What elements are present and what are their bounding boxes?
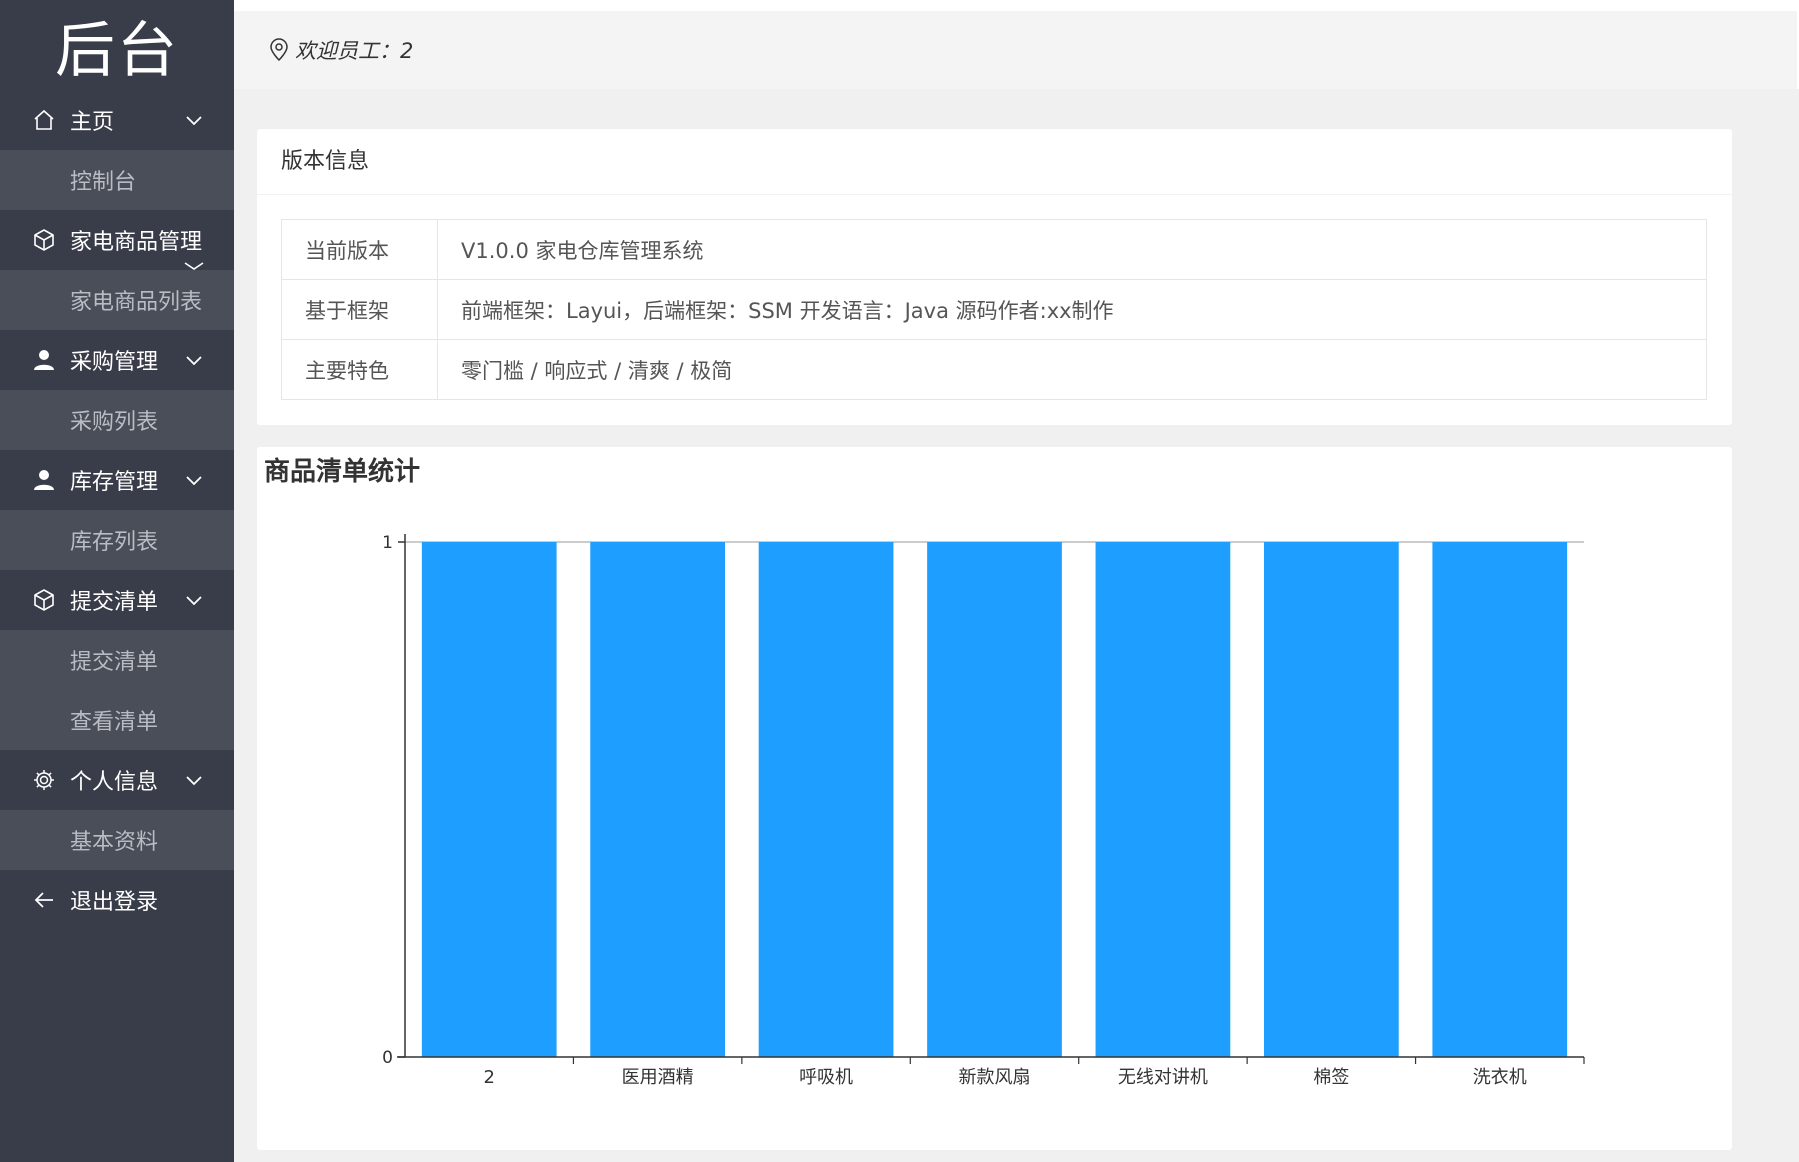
nav-item-console[interactable]: 控制台 xyxy=(0,150,234,210)
cube-icon xyxy=(30,226,58,254)
nav-appliance-goods-label: 家电商品管理 xyxy=(70,230,203,255)
nav-personal-info[interactable]: 个人信息 xyxy=(0,750,234,810)
row-value: 零门槛 / 响应式 / 清爽 / 极简 xyxy=(437,339,1707,400)
gear-icon xyxy=(30,766,58,794)
welcome-text: 欢迎员工：2 xyxy=(267,35,413,65)
row-key: 当前版本 xyxy=(281,219,438,280)
bar xyxy=(1095,542,1231,1057)
logout-button[interactable]: 退出登录 xyxy=(0,870,234,930)
table-row: 当前版本 V1.0.0 家电仓库管理系统 xyxy=(281,219,1707,280)
x-tick-label: 2 xyxy=(483,1067,494,1088)
goods-stats-card: 0 1 2 医用酒精 呼吸机 新款风扇 无线对讲机 棉签 洗衣机 商品清单统计 xyxy=(257,447,1732,1150)
chevron-down-icon xyxy=(186,776,202,786)
bar xyxy=(1432,542,1568,1057)
row-value: 前端框架：Layui，后端框架：SSM 开发语言：Java 源码作者:xx制作 xyxy=(437,279,1707,340)
chevron-down-icon xyxy=(186,356,202,366)
nav-item-inventory-list[interactable]: 库存列表 xyxy=(0,510,234,570)
y-tick-label: 1 xyxy=(382,533,393,553)
chevron-down-icon xyxy=(186,476,202,486)
nav-appliance-goods[interactable]: 家电商品管理 xyxy=(0,210,234,270)
home-icon xyxy=(30,106,58,134)
sidebar: 后台 主页 控制台 家电商品管理 家电商品列表 采购管理 采购列表 库存管理 库… xyxy=(0,0,234,1162)
nav-submit-list-label: 提交清单 xyxy=(70,590,159,615)
nav-item-submit-list[interactable]: 提交清单 xyxy=(0,630,234,690)
x-tick-label: 医用酒精 xyxy=(622,1067,694,1088)
nav-home[interactable]: 主页 xyxy=(0,90,234,150)
nav-purchase[interactable]: 采购管理 xyxy=(0,330,234,390)
nav-inventory-label: 库存管理 xyxy=(70,470,159,495)
version-info-card: 版本信息 当前版本 V1.0.0 家电仓库管理系统 基于框架 前端框架：Layu… xyxy=(257,129,1732,425)
user-icon xyxy=(30,346,58,374)
nav-item-view-list[interactable]: 查看清单 xyxy=(0,690,234,750)
x-tick-label: 棉签 xyxy=(1313,1067,1349,1088)
x-tick-label: 无线对讲机 xyxy=(1118,1067,1208,1088)
chart-title: 商品清单统计 xyxy=(264,457,421,487)
nav-personal-info-label: 个人信息 xyxy=(70,770,159,795)
nav-submit-list[interactable]: 提交清单 xyxy=(0,570,234,630)
row-value: V1.0.0 家电仓库管理系统 xyxy=(437,219,1707,280)
nav-item-basic-profile[interactable]: 基本资料 xyxy=(0,810,234,870)
logout-label: 退出登录 xyxy=(70,890,159,915)
nav-inventory[interactable]: 库存管理 xyxy=(0,450,234,510)
bar xyxy=(421,542,557,1057)
nav-item-appliance-list[interactable]: 家电商品列表 xyxy=(0,270,234,330)
version-info-table: 当前版本 V1.0.0 家电仓库管理系统 基于框架 前端框架：Layui，后端框… xyxy=(281,219,1707,400)
row-key: 主要特色 xyxy=(281,339,438,400)
table-row: 主要特色 零门槛 / 响应式 / 清爽 / 极简 xyxy=(281,339,1707,400)
user-icon xyxy=(30,466,58,494)
row-key: 基于框架 xyxy=(281,279,438,340)
x-tick-label: 洗衣机 xyxy=(1473,1067,1527,1088)
bar xyxy=(1263,542,1399,1057)
x-tick-label: 新款风扇 xyxy=(959,1067,1031,1088)
version-card-title: 版本信息 xyxy=(257,129,1732,195)
nav-item-purchase-list[interactable]: 采购列表 xyxy=(0,390,234,450)
cube-icon xyxy=(30,586,58,614)
table-row: 基于框架 前端框架：Layui，后端框架：SSM 开发语言：Java 源码作者:… xyxy=(281,279,1707,340)
chevron-down-icon xyxy=(186,116,202,126)
goods-bar-chart: 0 1 2 医用酒精 呼吸机 新款风扇 无线对讲机 棉签 洗衣机 xyxy=(382,533,1585,1088)
welcome-label: 欢迎员工：2 xyxy=(295,39,414,63)
x-tick-label: 呼吸机 xyxy=(799,1067,853,1088)
bar xyxy=(590,542,726,1057)
logo: 后台 xyxy=(55,15,179,86)
nav-home-label: 主页 xyxy=(70,110,115,135)
chevron-down-icon xyxy=(186,596,202,606)
location-pin-icon xyxy=(270,38,288,62)
y-tick-label: 0 xyxy=(382,1048,393,1068)
bar xyxy=(758,542,894,1057)
arrow-left-icon xyxy=(30,886,58,914)
top-header: 欢迎员工：2 xyxy=(234,0,1799,89)
nav-purchase-label: 采购管理 xyxy=(70,350,159,375)
bar xyxy=(927,542,1062,1057)
